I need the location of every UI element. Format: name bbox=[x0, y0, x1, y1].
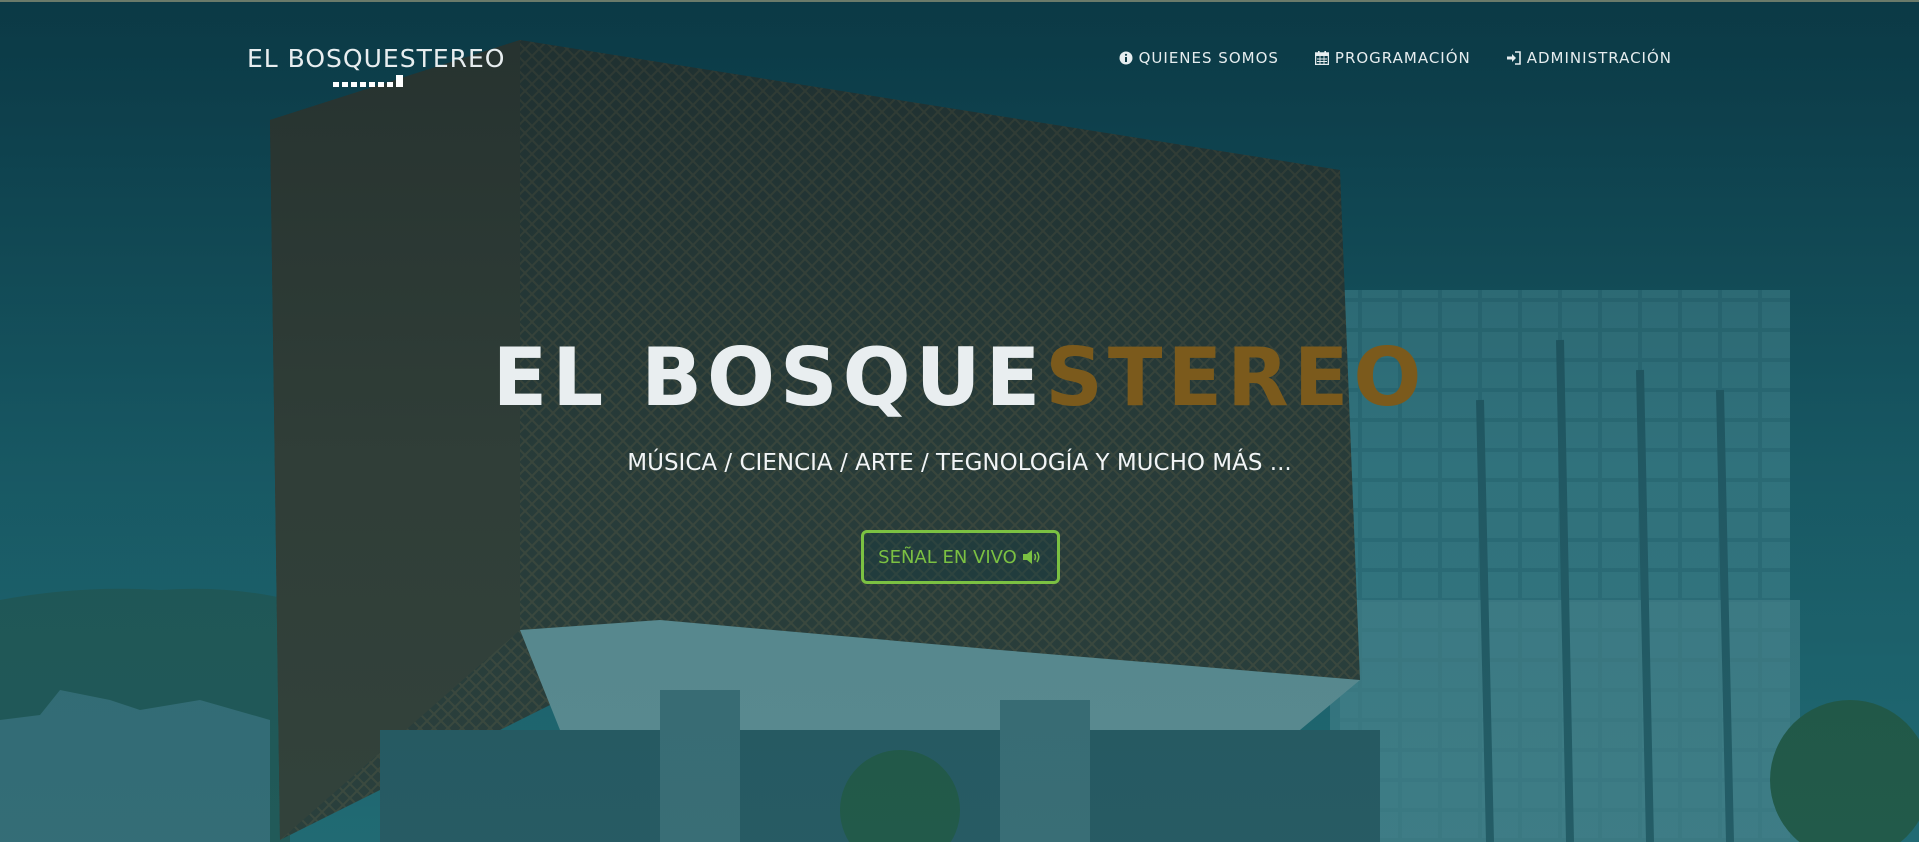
nav-item-administracion[interactable]: ADMINISTRACIÓN bbox=[1506, 49, 1672, 67]
volume-up-icon bbox=[1022, 550, 1040, 564]
calendar-icon bbox=[1314, 51, 1329, 65]
live-signal-button[interactable]: SEÑAL EN VIVO bbox=[861, 530, 1060, 584]
hero-title-part2: STEREO bbox=[1045, 331, 1427, 424]
sign-in-icon bbox=[1506, 51, 1521, 65]
live-signal-label: SEÑAL EN VIVO bbox=[878, 546, 1017, 568]
brand-equalizer-icon bbox=[333, 75, 403, 87]
nav-item-quienes-somos[interactable]: QUIENES SOMOS bbox=[1119, 49, 1279, 67]
hero-title-part1: EL BOSQUE bbox=[492, 331, 1046, 424]
nav-item-label: ADMINISTRACIÓN bbox=[1526, 49, 1672, 67]
info-circle-icon bbox=[1119, 51, 1133, 65]
hero-subtitle: MÚSICA / CIENCIA / ARTE / TEGNOLOGÍA Y M… bbox=[627, 450, 1292, 476]
nav-item-label: QUIENES SOMOS bbox=[1138, 49, 1279, 67]
nav-item-programacion[interactable]: PROGRAMACIÓN bbox=[1314, 49, 1471, 67]
navbar: EL BOSQUESTEREO QUIENES SOMOS PROGRAMACI… bbox=[0, 0, 1919, 110]
hero-title: EL BOSQUESTEREO bbox=[0, 338, 1919, 418]
brand-logo-link[interactable]: EL BOSQUESTEREO bbox=[247, 44, 505, 73]
nav-menu: QUIENES SOMOS PROGRAMACIÓN ADMINISTRACIÓ… bbox=[1119, 49, 1672, 67]
nav-item-label: PROGRAMACIÓN bbox=[1334, 49, 1471, 67]
